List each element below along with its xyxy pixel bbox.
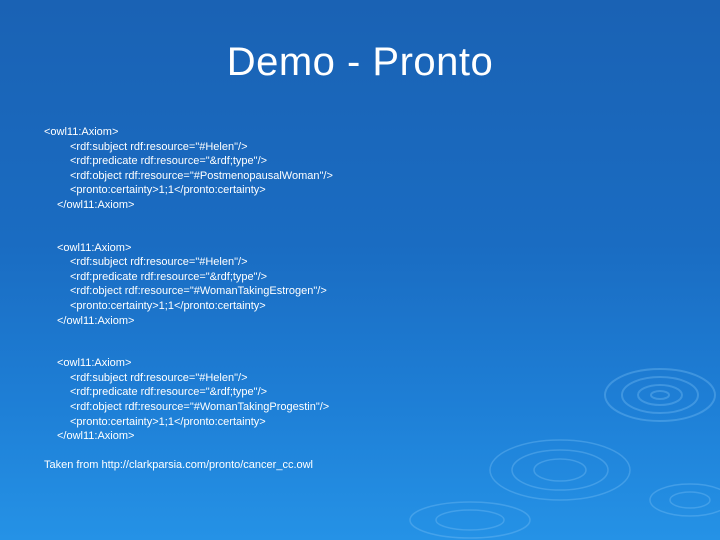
axiom-block: <owl11:Axiom> <rdf:subject rdf:resource=… bbox=[44, 125, 684, 213]
axiom-block: <owl11:Axiom> <rdf:subject rdf:resource=… bbox=[44, 356, 684, 444]
axiom-open-tag: <owl11:Axiom> bbox=[44, 126, 119, 138]
axiom-predicate: <rdf:predicate rdf:resource="&rdf;type"/… bbox=[70, 270, 268, 283]
axiom-block: <owl11:Axiom> <rdf:subject rdf:resource=… bbox=[44, 241, 684, 329]
axiom-code-listing: <owl11:Axiom> <rdf:subject rdf:resource=… bbox=[44, 125, 684, 444]
slide-title: Demo - Pronto bbox=[226, 40, 494, 84]
axiom-subject: <rdf:subject rdf:resource="#Helen"/> bbox=[70, 256, 248, 269]
axiom-certainty: <pronto:certainty>1;1</pronto:certainty> bbox=[70, 184, 266, 197]
axiom-predicate: <rdf:predicate rdf:resource="&rdf;type"/… bbox=[70, 386, 268, 399]
axiom-open-tag: <owl11:Axiom> bbox=[57, 357, 132, 370]
axiom-open-tag: <owl11:Axiom> bbox=[57, 241, 132, 254]
axiom-close-tag: </owl11:Axiom> bbox=[57, 430, 135, 443]
axiom-close-tag: </owl11:Axiom> bbox=[57, 198, 135, 211]
axiom-certainty: <pronto:certainty>1;1</pronto:certainty> bbox=[70, 299, 266, 312]
axiom-certainty: <pronto:certainty>1;1</pronto:certainty> bbox=[70, 415, 266, 428]
axiom-object: <rdf:object rdf:resource="#Postmenopausa… bbox=[70, 169, 333, 182]
axiom-object: <rdf:object rdf:resource="#WomanTakingPr… bbox=[70, 400, 330, 413]
axiom-subject: <rdf:subject rdf:resource="#Helen"/> bbox=[70, 140, 248, 153]
axiom-subject: <rdf:subject rdf:resource="#Helen"/> bbox=[70, 371, 248, 384]
slide: Demo - Pronto <owl11:Axiom> <rdf:subject… bbox=[0, 0, 720, 540]
source-citation: Taken from http://clarkparsia.com/pronto… bbox=[44, 459, 314, 471]
axiom-predicate: <rdf:predicate rdf:resource="&rdf;type"/… bbox=[70, 155, 268, 168]
axiom-object: <rdf:object rdf:resource="#WomanTakingEs… bbox=[70, 285, 327, 298]
axiom-close-tag: </owl11:Axiom> bbox=[57, 314, 135, 327]
